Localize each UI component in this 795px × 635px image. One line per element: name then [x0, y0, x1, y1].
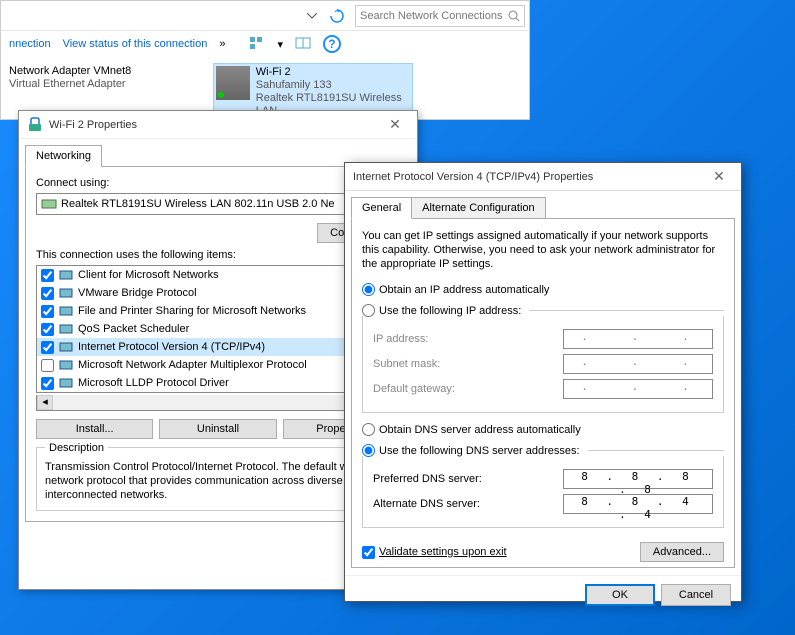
- gateway-input: . . .: [563, 379, 713, 399]
- search-placeholder: Search Network Connections: [360, 10, 502, 22]
- dns-pref-input[interactable]: 8 . 8 . 8 . 8: [563, 469, 713, 489]
- adapter-name: Network Adapter VMnet8: [9, 65, 131, 78]
- item-checkbox[interactable]: [41, 377, 54, 390]
- component-icon: [58, 285, 74, 301]
- explorer-window: Search Network Connections nnection View…: [0, 0, 530, 120]
- install-button[interactable]: Install...: [36, 419, 153, 439]
- ip-address-input: . . .: [563, 329, 713, 349]
- item-checkbox[interactable]: [41, 323, 54, 336]
- component-icon: [58, 339, 74, 355]
- adapter-name: Wi-Fi 2: [256, 66, 410, 79]
- component-icon: [58, 321, 74, 337]
- tab-alternate[interactable]: Alternate Configuration: [411, 197, 546, 219]
- uninstall-button[interactable]: Uninstall: [159, 419, 276, 439]
- nic-icon: [41, 197, 57, 211]
- close-icon[interactable]: ✕: [705, 168, 733, 185]
- close-icon[interactable]: ✕: [381, 116, 409, 133]
- advanced-button[interactable]: Advanced...: [640, 542, 724, 562]
- component-icon: [58, 375, 74, 391]
- adapter-ssid: Sahufamily 133: [256, 79, 410, 92]
- dialog-title: Internet Protocol Version 4 (TCP/IPv4) P…: [353, 171, 705, 183]
- item-checkbox[interactable]: [41, 287, 54, 300]
- chevron-down-icon[interactable]: »: [219, 38, 225, 50]
- item-checkbox[interactable]: [41, 359, 54, 372]
- radio-dns-auto-input[interactable]: [362, 423, 375, 436]
- intro-text: You can get IP settings assigned automat…: [362, 229, 724, 271]
- refresh-icon[interactable]: [325, 4, 349, 28]
- component-icon: [58, 267, 74, 283]
- titlebar[interactable]: Wi-Fi 2 Properties ✕: [19, 111, 417, 139]
- radio-ip-auto-input[interactable]: [362, 283, 375, 296]
- tab-panel: You can get IP settings assigned automat…: [351, 218, 735, 568]
- adapter-name: Realtek RTL8191SU Wireless LAN 802.11n U…: [61, 198, 335, 210]
- cancel-button[interactable]: Cancel: [661, 584, 731, 606]
- dialog-footer: OK Cancel: [345, 575, 741, 614]
- tab-row: General Alternate Configuration: [345, 191, 741, 219]
- command-bar: nnection View status of this connection …: [1, 31, 529, 57]
- radio-dns-auto[interactable]: Obtain DNS server address automatically: [362, 421, 724, 438]
- preview-icon[interactable]: [295, 36, 311, 52]
- dns-alt-label: Alternate DNS server:: [373, 498, 480, 510]
- titlebar[interactable]: Internet Protocol Version 4 (TCP/IPv4) P…: [345, 163, 741, 191]
- wifi-adapter-icon: [216, 66, 250, 100]
- item-label: QoS Packet Scheduler: [78, 323, 189, 335]
- cmd-view-status[interactable]: View status of this connection: [63, 38, 208, 50]
- ip-field-group: IP address: . . . Subnet mask: . . . Defau…: [362, 316, 724, 413]
- help-icon[interactable]: ?: [323, 35, 341, 53]
- item-label: VMware Bridge Protocol: [78, 287, 197, 299]
- item-label: Microsoft LLDP Protocol Driver: [78, 377, 229, 389]
- dialog-title: Wi-Fi 2 Properties: [49, 119, 381, 131]
- address-dropdown-icon[interactable]: [305, 2, 319, 30]
- validate-checkbox[interactable]: [362, 546, 375, 559]
- radio-dns-manual-label: Use the following DNS server addresses:: [379, 445, 580, 457]
- tab-networking[interactable]: Networking: [25, 145, 102, 167]
- item-checkbox[interactable]: [41, 341, 54, 354]
- component-icon: [58, 303, 74, 319]
- dropdown-icon[interactable]: ▾: [277, 38, 283, 51]
- search-input[interactable]: Search Network Connections: [355, 5, 525, 27]
- radio-ip-auto[interactable]: Obtain an IP address automatically: [362, 281, 724, 298]
- ipv4-properties-dialog: Internet Protocol Version 4 (TCP/IPv4) P…: [344, 162, 742, 602]
- subnet-label: Subnet mask:: [373, 358, 440, 370]
- item-checkbox[interactable]: [41, 305, 54, 318]
- cmd-connection[interactable]: nnection: [9, 38, 51, 50]
- component-icon: [58, 357, 74, 373]
- adapter-sub: Virtual Ethernet Adapter: [9, 78, 131, 91]
- item-label: Internet Protocol Version 4 (TCP/IPv4): [78, 341, 265, 353]
- ip-address-label: IP address:: [373, 333, 428, 345]
- radio-dns-auto-label: Obtain DNS server address automatically: [379, 424, 581, 436]
- item-label: File and Printer Sharing for Microsoft N…: [78, 305, 306, 317]
- item-checkbox[interactable]: [41, 269, 54, 282]
- network-icon: [27, 117, 43, 133]
- item-label: Microsoft Network Adapter Multiplexor Pr…: [78, 359, 307, 371]
- scroll-left-icon[interactable]: ◂: [37, 395, 53, 410]
- subnet-input: . . .: [563, 354, 713, 374]
- validate-checkbox-row[interactable]: Validate settings upon exit: [362, 546, 507, 559]
- search-icon: [508, 10, 520, 22]
- description-text: Transmission Control Protocol/Internet P…: [45, 460, 391, 502]
- dns-pref-label: Preferred DNS server:: [373, 473, 482, 485]
- dns-alt-input[interactable]: 8 . 8 . 4 . 4: [563, 494, 713, 514]
- tab-general[interactable]: General: [351, 197, 412, 219]
- gateway-label: Default gateway:: [373, 383, 455, 395]
- dns-field-group: Preferred DNS server: 8 . 8 . 8 . 8 Alter…: [362, 456, 724, 528]
- address-bar: Search Network Connections: [1, 1, 529, 31]
- radio-ip-auto-label: Obtain an IP address automatically: [379, 284, 549, 296]
- ok-button[interactable]: OK: [585, 584, 655, 606]
- radio-ip-manual-label: Use the following IP address:: [379, 305, 521, 317]
- description-title: Description: [45, 442, 108, 454]
- view-icon[interactable]: [249, 36, 265, 52]
- item-label: Client for Microsoft Networks: [78, 269, 219, 281]
- validate-label: Validate settings upon exit: [379, 546, 507, 558]
